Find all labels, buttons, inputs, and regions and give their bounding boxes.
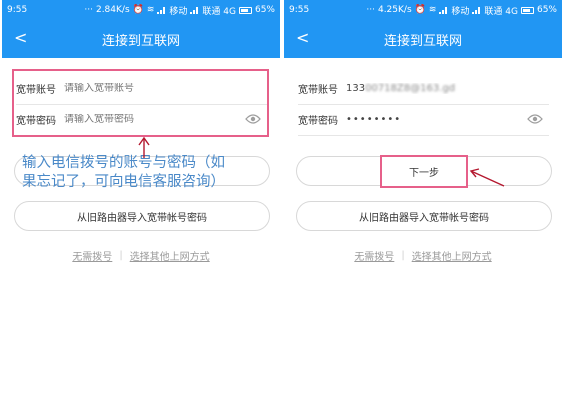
bottom-links: 无需拨号 | 选择其他上网方式 [284,248,562,263]
account-value-visible: 133 [346,82,366,94]
status-bar: 9:55 ··· 4.25K/s ⏰ ≋ 移动 联通 4G 65% [284,0,562,20]
account-value[interactable]: 13300718Z8@163.gd [346,83,549,94]
carrier-1: 移动 [169,6,188,17]
arrow-icon [469,168,505,187]
other-method-link[interactable]: 选择其他上网方式 [130,248,210,263]
phone-screen-right: 9:55 ··· 4.25K/s ⏰ ≋ 移动 联通 4G 65% < 连接到互… [284,0,562,400]
divider [298,135,549,136]
page-title: 连接到互联网 [101,33,180,49]
wifi-icon: ≋ [428,5,437,15]
network-speed: 2.84K/s [95,5,130,15]
separator: | [401,250,405,261]
other-method-link[interactable]: 选择其他上网方式 [412,248,492,263]
status-time: 9:55 [7,5,28,15]
back-arrow-icon[interactable]: < [14,29,27,47]
battery-level: 65% [254,5,275,15]
import-button[interactable]: 从旧路由器导入宽带帐号密码 [296,201,552,231]
battery-icon [520,6,534,14]
dots-icon: ··· [84,5,93,15]
password-field[interactable]: 宽带密码 •••••••• [298,104,549,134]
eye-icon[interactable] [527,114,543,124]
back-arrow-icon[interactable]: < [296,29,309,47]
battery-level: 65% [536,5,557,15]
annotation-text: 输入电信拨号的账号与密码（如果忘记了，可向电信客服咨询） [22,155,225,190]
signal-icon [472,6,481,14]
status-bar: 9:55 ··· 2.84K/s ⏰ ≋ 移动 联通 4G 65% [2,0,280,20]
password-value[interactable]: •••••••• [346,114,549,125]
phone-screen-left: 9:55 ··· 2.84K/s ⏰ ≋ 移动 联通 4G 65% < 连接到互… [2,0,280,400]
highlight-box [12,69,269,137]
status-right: ··· 2.84K/s ⏰ ≋ 移动 联通 4G 65% [84,4,275,17]
dots-icon: ··· [366,5,375,15]
alarm-icon: ⏰ [414,5,426,15]
signal-icon [190,6,199,14]
separator: | [119,250,123,261]
app-bar: < 连接到互联网 [2,20,280,58]
network-speed: 4.25K/s [377,5,412,15]
page-title: 连接到互联网 [383,33,462,49]
status-right: ··· 4.25K/s ⏰ ≋ 移动 联通 4G 65% [366,4,557,17]
carrier-1: 移动 [451,6,470,17]
account-label: 宽带账号 [298,84,338,96]
battery-icon [238,6,252,14]
status-time: 9:55 [289,5,310,15]
no-dial-link[interactable]: 无需拨号 [72,248,112,263]
arrow-icon [138,136,150,158]
no-dial-link[interactable]: 无需拨号 [354,248,394,263]
alarm-icon: ⏰ [132,5,144,15]
app-bar: < 连接到互联网 [284,20,562,58]
wifi-icon: ≋ [146,5,155,15]
next-button[interactable]: 下一步 [380,155,468,188]
signal-icon [157,6,166,14]
carrier-2: 联通 4G [484,6,518,17]
import-button[interactable]: 从旧路由器导入宽带帐号密码 [14,201,270,231]
account-field[interactable]: 宽带账号 13300718Z8@163.gd [298,73,549,103]
password-label: 宽带密码 [298,115,338,127]
account-value-masked: 00718Z8@163.gd [365,82,456,94]
bottom-links: 无需拨号 | 选择其他上网方式 [2,248,280,263]
carrier-2: 联通 4G [202,6,236,17]
signal-icon [439,6,448,14]
